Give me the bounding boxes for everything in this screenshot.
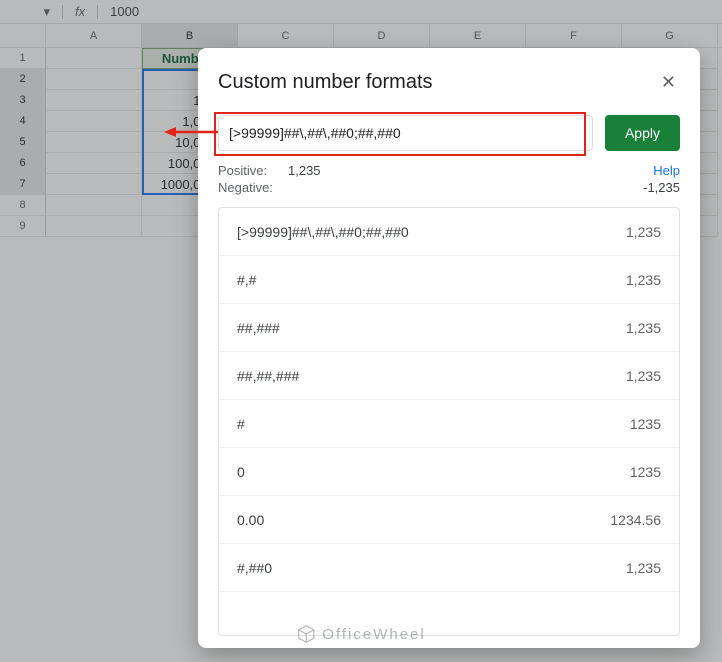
format-list-item[interactable]: #,##0 1,235: [219, 544, 679, 592]
help-link[interactable]: Help: [653, 163, 680, 178]
positive-label: Positive:: [218, 163, 288, 178]
positive-sample: 1,235: [288, 163, 653, 178]
negative-label: Negative:: [218, 180, 288, 195]
format-list-item[interactable]: ##,### 1,235: [219, 304, 679, 352]
custom-number-formats-dialog: Custom number formats ✕ Apply Positive: …: [198, 48, 700, 648]
negative-sample: -1,235: [643, 180, 680, 195]
apply-button[interactable]: Apply: [605, 115, 680, 151]
close-icon[interactable]: ✕: [657, 68, 680, 97]
format-list: [>99999]##\,##\,##0;##,##0 1,235 #,# 1,2…: [218, 207, 680, 636]
format-list-item[interactable]: 0.00 1234.56: [219, 496, 679, 544]
format-list-item[interactable]: ##,##,### 1,235: [219, 352, 679, 400]
format-list-item[interactable]: # 1235: [219, 400, 679, 448]
dialog-title: Custom number formats: [218, 71, 433, 94]
format-list-item[interactable]: #,# 1,235: [219, 256, 679, 304]
format-input[interactable]: [218, 115, 593, 151]
format-list-item[interactable]: [>99999]##\,##\,##0;##,##0 1,235: [219, 208, 679, 256]
format-list-scroll[interactable]: [>99999]##\,##\,##0;##,##0 1,235 #,# 1,2…: [219, 208, 679, 635]
format-list-item[interactable]: 0 1235: [219, 448, 679, 496]
